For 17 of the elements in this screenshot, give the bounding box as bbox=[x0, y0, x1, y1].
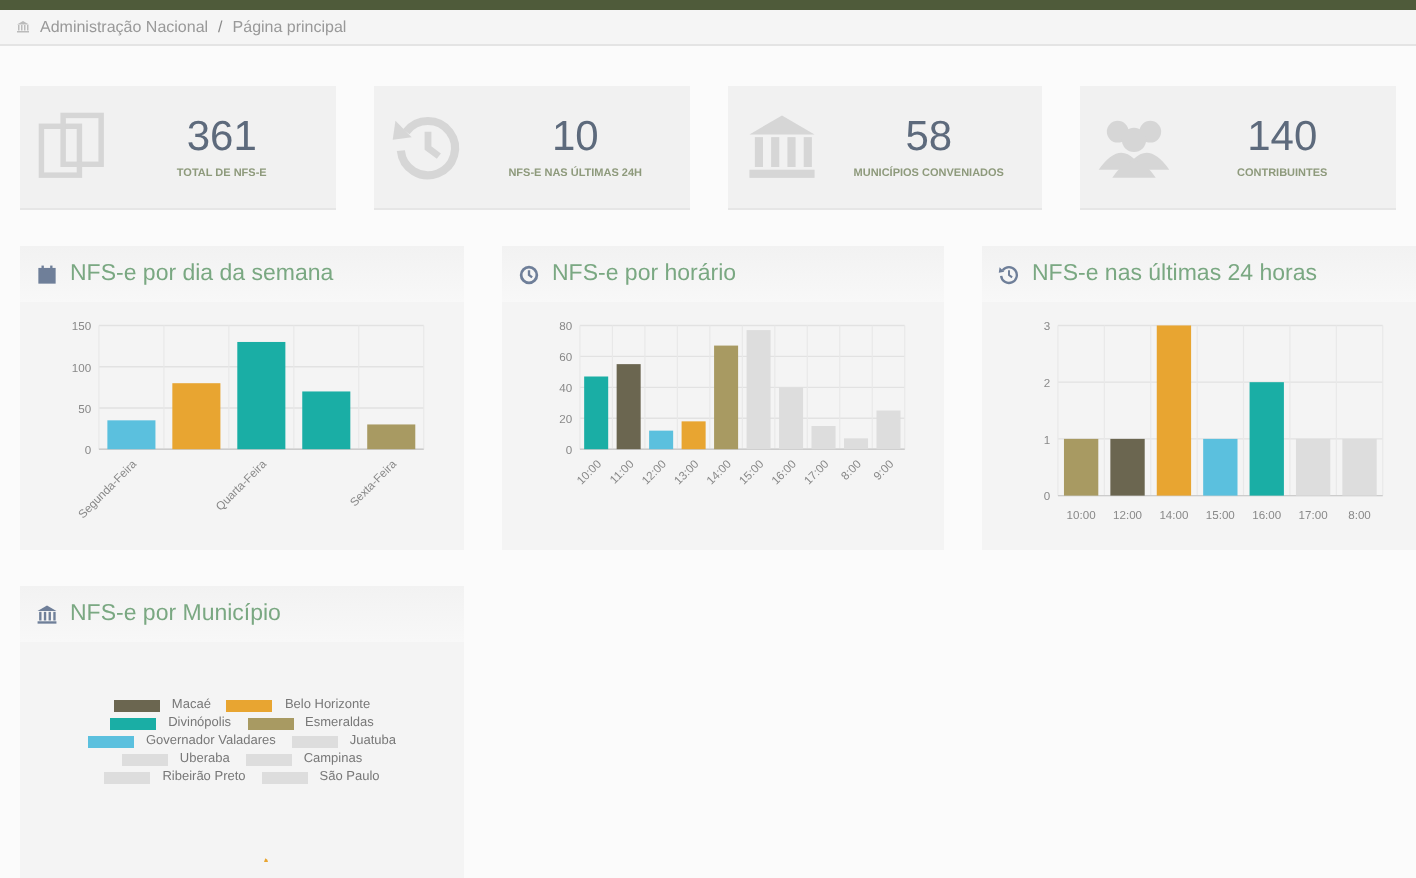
panel-title: NFS-e por Município bbox=[70, 602, 281, 626]
breadcrumb-link[interactable]: Página principal bbox=[232, 18, 347, 36]
calendar-icon bbox=[36, 263, 58, 285]
stat-value: 10 bbox=[551, 114, 599, 162]
bank-icon bbox=[36, 603, 58, 625]
stat-value: 140 bbox=[1247, 114, 1318, 162]
pie-slice bbox=[260, 858, 268, 866]
stat-value: 58 bbox=[905, 114, 953, 162]
breadcrumb-separator: / bbox=[218, 18, 223, 36]
history-icon bbox=[998, 263, 1020, 285]
bank-icon bbox=[16, 20, 30, 34]
breadcrumb-link[interactable]: Administração Nacional bbox=[40, 18, 209, 36]
stat-value: 361 bbox=[186, 114, 257, 162]
panel-title: NFS-e nas últimas 24 horas bbox=[1032, 262, 1318, 286]
clock-icon bbox=[518, 263, 540, 285]
panel-title: NFS-e por horário bbox=[552, 262, 737, 286]
panel-title: NFS-e por dia da semana bbox=[70, 262, 334, 286]
